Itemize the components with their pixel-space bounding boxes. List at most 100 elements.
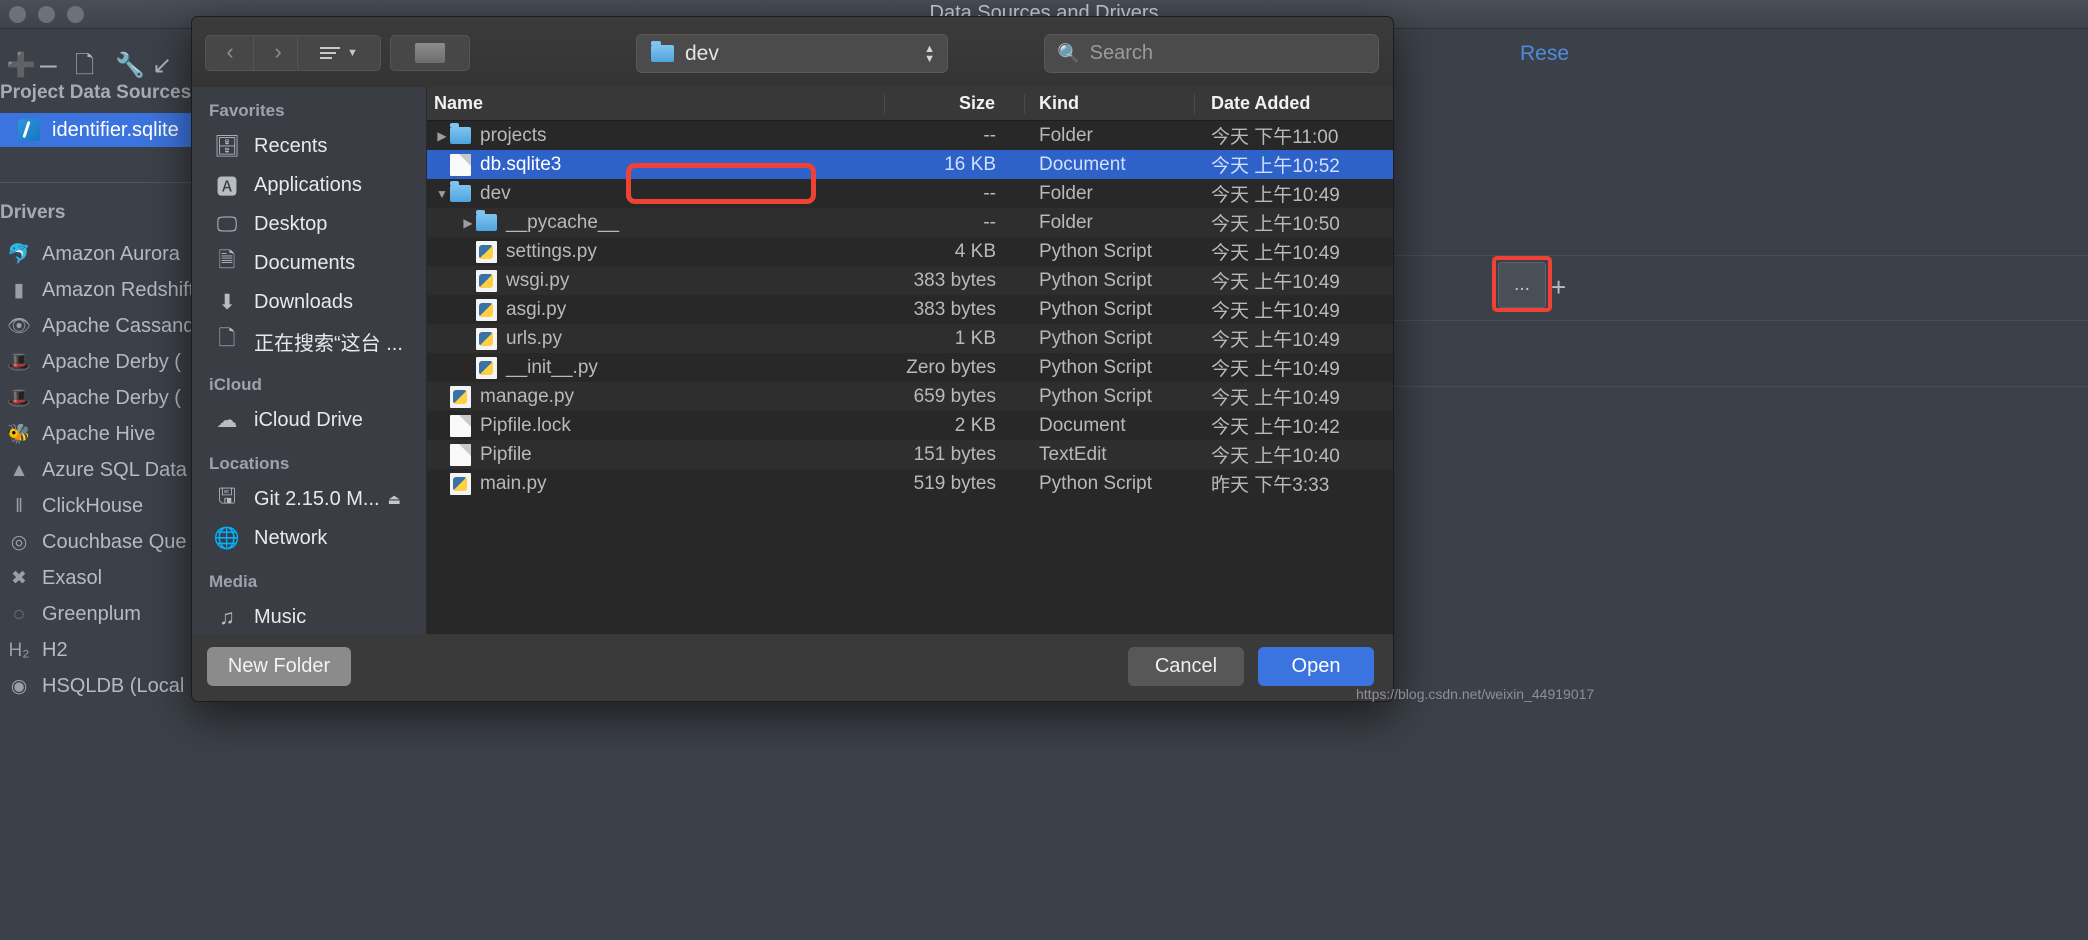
sidebar-item-label: Applications xyxy=(254,174,362,196)
sidebar-item-label: Network xyxy=(254,527,328,549)
redshift-icon: ▮ xyxy=(13,279,25,301)
file-kind: Python Script xyxy=(1039,269,1152,291)
sidebar-group-header: Media xyxy=(209,572,258,591)
table-row[interactable]: asgi.py 383 bytes Python Script 今天 上午10:49 xyxy=(427,295,1393,324)
sidebar-item[interactable]: 🅰 Applications xyxy=(192,166,426,205)
sidebar-item[interactable]: 🖵 Desktop xyxy=(192,205,426,244)
table-row[interactable]: settings.py 4 KB Python Script 今天 上午10:49 xyxy=(427,237,1393,266)
table-row[interactable]: db.sqlite3 16 KB Document 今天 上午10:52 xyxy=(427,150,1393,179)
file-kind: Python Script xyxy=(1039,327,1152,349)
disclosure-triangle-icon[interactable]: ▼ xyxy=(434,187,450,201)
desktop-icon: 🖵 xyxy=(216,212,238,236)
sidebar-item[interactable]: ⬇ Downloads xyxy=(192,283,426,322)
python-icon xyxy=(476,356,497,379)
folder-icon xyxy=(651,41,674,62)
forward-button[interactable]: › xyxy=(253,35,303,71)
dialog-sidebar: Favorites 🗄 Recents 🅰 Applications 🖵 Desktop 🗎 D… xyxy=(192,87,426,634)
current-path-label: dev xyxy=(685,41,719,65)
file-list-rows: ▶ projects -- Folder 今天 下午11:00 db.sqlite3 16 … xyxy=(427,121,1393,498)
remove-icon[interactable]: – xyxy=(40,50,57,80)
file-name-cell: wsgi.py xyxy=(427,269,885,292)
disclosure-triangle-icon[interactable]: ▶ xyxy=(460,216,476,230)
azure-icon: ▲ xyxy=(9,459,29,481)
import-icon[interactable]: ↙ xyxy=(152,54,172,78)
add-path-button[interactable]: + xyxy=(1551,272,1566,303)
dolphin-icon: 🐬 xyxy=(7,243,31,265)
sidebar-item-label: Git 2.15.0 M... xyxy=(254,488,380,510)
file-kind: Folder xyxy=(1039,124,1093,146)
applications-icon: 🅰 xyxy=(216,175,238,199)
sidebar-item[interactable]: 🌐 Network xyxy=(192,519,426,558)
path-popup-button[interactable]: dev ▲ ▼ xyxy=(636,34,948,73)
driver-label: Apache Derby ( xyxy=(42,386,181,409)
file-date-added: 昨天 下午3:33 xyxy=(1211,475,1330,496)
file-date-added: 今天 上午10:49 xyxy=(1211,272,1340,293)
table-row[interactable]: Pipfile 151 bytes TextEdit 今天 上午10:40 xyxy=(427,440,1393,469)
python-icon xyxy=(476,240,497,263)
table-row[interactable]: manage.py 659 bytes Python Script 今天 上午10:4… xyxy=(427,382,1393,411)
cloud-icon: ☁ xyxy=(216,409,238,432)
table-row[interactable]: main.py 519 bytes Python Script 昨天 下午3:33 xyxy=(427,469,1393,498)
column-header-name[interactable]: Name xyxy=(427,93,885,114)
python-icon xyxy=(476,298,497,321)
folder-icon xyxy=(450,123,471,144)
wrench-icon[interactable]: 🔧 xyxy=(115,54,145,78)
column-header-size[interactable]: Size xyxy=(885,93,1025,114)
file-date-added: 今天 上午10:49 xyxy=(1211,243,1340,264)
python-icon xyxy=(476,327,497,350)
sidebar-item[interactable]: 🗋 正在搜索“这台 ... xyxy=(192,322,426,361)
driver-label: ClickHouse xyxy=(42,494,144,517)
file-name-cell: main.py xyxy=(427,472,885,495)
add-icon[interactable]: ➕ xyxy=(6,54,36,78)
python-icon xyxy=(476,269,497,292)
search-input[interactable]: 🔍 Search xyxy=(1044,34,1379,73)
disclosure-triangle-icon[interactable]: ▶ xyxy=(434,129,450,143)
copy-icon[interactable]: 🗋 xyxy=(75,54,94,78)
file-date-added: 今天 下午11:00 xyxy=(1211,127,1339,148)
sidebar-item[interactable]: 🗄 Recents xyxy=(192,127,426,166)
file-name: manage.py xyxy=(480,385,575,407)
table-row[interactable]: wsgi.py 383 bytes Python Script 今天 上午10:49 xyxy=(427,266,1393,295)
sqlite-icon xyxy=(18,119,40,141)
file-size: 1 KB xyxy=(954,327,996,349)
exasol-icon: ✖ xyxy=(11,567,27,589)
view-options-button[interactable]: ▼ xyxy=(297,35,381,71)
driver-label: Greenplum xyxy=(42,602,141,625)
h2-icon: H₂ xyxy=(8,639,30,661)
sidebar-item[interactable]: ☁ iCloud Drive xyxy=(192,401,426,440)
new-folder-button[interactable]: New Folder xyxy=(207,647,351,686)
sidebar-item[interactable]: 🗎 Documents xyxy=(192,244,426,283)
music-icon: ♫ xyxy=(219,605,235,629)
file-kind: Python Script xyxy=(1039,240,1152,262)
file-date-added: 今天 上午10:40 xyxy=(1211,446,1340,467)
file-name-cell: urls.py xyxy=(427,327,885,350)
file-name: db.sqlite3 xyxy=(480,153,562,175)
table-row[interactable]: ▶ __pycache__ -- Folder 今天 上午10:50 xyxy=(427,208,1393,237)
cancel-button[interactable]: Cancel xyxy=(1128,647,1244,686)
table-row[interactable]: urls.py 1 KB Python Script 今天 上午10:49 xyxy=(427,324,1393,353)
dialog-toolbar: ‹ › ▼ dev ▲ ▼ 🔍 Search xyxy=(192,17,1393,88)
table-row[interactable]: Pipfile.lock 2 KB Document 今天 上午10:42 xyxy=(427,411,1393,440)
open-button[interactable]: Open xyxy=(1258,647,1374,686)
file-name: __init__.py xyxy=(506,356,598,378)
file-name: Pipfile.lock xyxy=(480,414,571,436)
table-row[interactable]: __init__.py Zero bytes Python Script 今天 上午1… xyxy=(427,353,1393,382)
back-button[interactable]: ‹ xyxy=(205,35,254,71)
column-header-date-added[interactable]: Date Added xyxy=(1195,93,1391,114)
sidebar-item-label: Desktop xyxy=(254,213,328,235)
reset-link[interactable]: Rese xyxy=(1520,42,1569,66)
new-folder-icon[interactable] xyxy=(390,35,470,71)
document-icon xyxy=(450,153,471,176)
sidebar-item[interactable]: 🖫 Git 2.15.0 M... ⏏ xyxy=(192,480,426,519)
sidebar-item[interactable]: ♫ Music xyxy=(192,598,426,634)
dialog-footer: New Folder Cancel Open xyxy=(192,634,1393,701)
annotation-rect-ellipsis xyxy=(1492,256,1552,312)
table-row[interactable]: ▶ projects -- Folder 今天 下午11:00 xyxy=(427,121,1393,150)
file-date-added: 今天 上午10:52 xyxy=(1211,156,1340,177)
table-row[interactable]: ▼ dev -- Folder 今天 上午10:49 xyxy=(427,179,1393,208)
file-name-cell: ▶ __pycache__ xyxy=(427,210,885,234)
file-kind: Document xyxy=(1039,414,1126,436)
column-header-kind[interactable]: Kind xyxy=(1025,93,1195,114)
file-date-added: 今天 上午10:49 xyxy=(1211,185,1340,206)
eject-icon[interactable]: ⏏ xyxy=(388,491,401,508)
